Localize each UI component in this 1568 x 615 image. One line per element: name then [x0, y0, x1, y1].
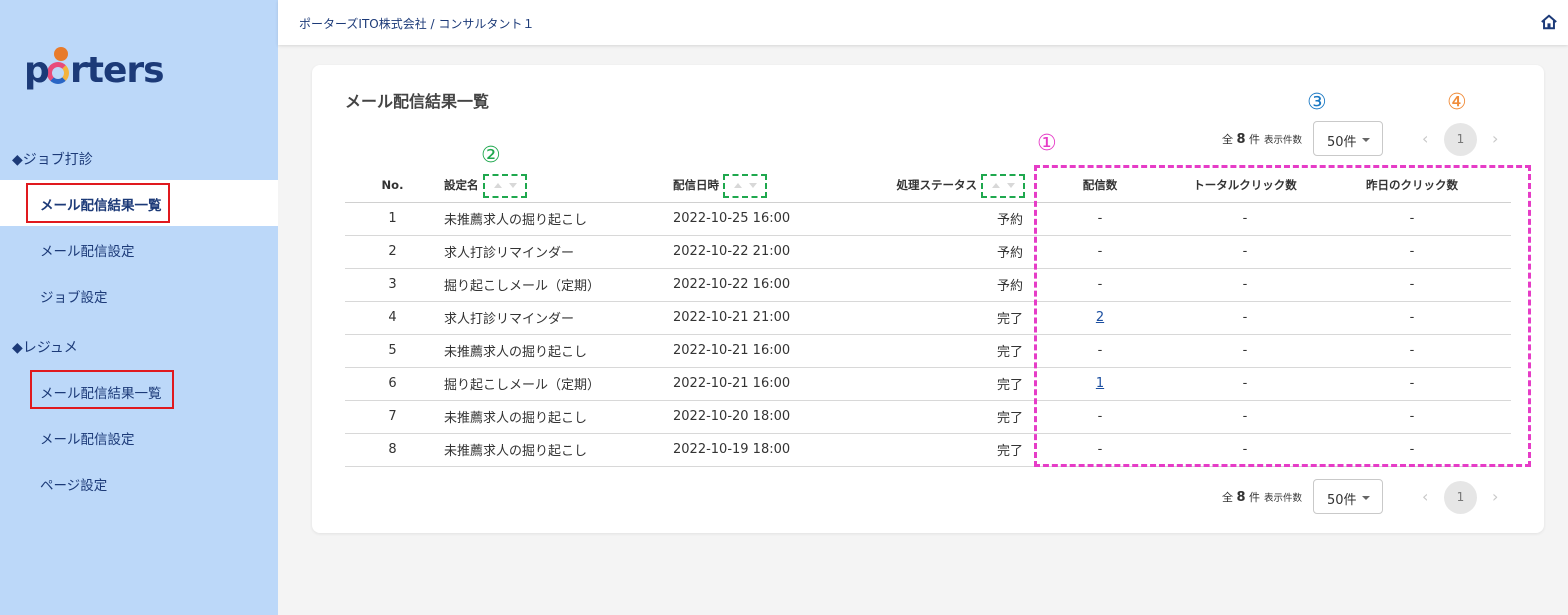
col-status[interactable]: 処理ステータス: [886, 169, 1025, 203]
sort-arrows-icon[interactable]: [482, 173, 527, 198]
col-no: No.: [345, 169, 440, 203]
home-icon[interactable]: [1540, 13, 1558, 31]
breadcrumb: ポーターズITO株式会社 / コンサルタント１: [299, 17, 535, 31]
page-number-button[interactable]: 1: [1444, 481, 1477, 514]
svg-text:rters: rters: [70, 50, 164, 91]
section-heading-resume: ◆レジュメ: [12, 340, 78, 356]
caret-down-icon: [1362, 496, 1370, 500]
annotation-3: ③: [1307, 90, 1327, 115]
pager-bottom: 全 8 件 表示件数 50件 ‹ 1 ›: [1222, 479, 1512, 515]
sidebar: porters p rters ◆ジョブ打診 メール配信結果一覧 メール配信設定…: [0, 0, 278, 615]
sidebar-item-label: ページ設定: [40, 478, 108, 494]
per-page-select[interactable]: 50件: [1313, 479, 1383, 514]
caret-down-icon: [1362, 138, 1370, 142]
annotation-4: ④: [1447, 90, 1467, 115]
highlight-box: [30, 370, 174, 409]
sidebar-item-label: ジョブ設定: [40, 290, 108, 306]
next-page-button[interactable]: ›: [1492, 487, 1498, 506]
page-title: メール配信結果一覧: [345, 92, 490, 111]
svg-text:p: p: [24, 50, 49, 91]
sidebar-item-label: メール配信設定: [40, 432, 135, 448]
next-page-button[interactable]: ›: [1492, 129, 1498, 148]
sort-arrows-icon[interactable]: [981, 173, 1025, 198]
sidebar-item-resume-mail-settings[interactable]: メール配信設定: [0, 414, 278, 460]
highlight-box: [26, 183, 170, 223]
annotation-2: ②: [481, 143, 501, 168]
sidebar-item-page-settings[interactable]: ページ設定: [0, 460, 278, 506]
col-date[interactable]: 配信日時: [673, 169, 886, 203]
sidebar-item-job-settings[interactable]: ジョブ設定: [0, 272, 278, 318]
pager-top: 全 8 件 表示件数 50件 ‹ 1 ›: [1222, 121, 1512, 157]
prev-page-button[interactable]: ‹: [1422, 487, 1428, 506]
section-heading-job: ◆ジョブ打診: [12, 152, 93, 168]
sidebar-item-label: メール配信設定: [40, 244, 135, 260]
per-page-select[interactable]: 50件: [1313, 121, 1383, 156]
top-bar: ポーターズITO株式会社 / コンサルタント１: [278, 0, 1568, 45]
annotation-box-counts: [1034, 165, 1531, 467]
per-page-label: 表示件数: [1264, 135, 1303, 146]
per-page-label: 表示件数: [1264, 493, 1303, 504]
col-name[interactable]: 設定名: [440, 169, 673, 203]
prev-page-button[interactable]: ‹: [1422, 129, 1428, 148]
page-number-button[interactable]: 1: [1444, 123, 1477, 156]
annotation-1: ①: [1037, 131, 1057, 156]
porters-logo: porters p rters: [24, 44, 174, 94]
sort-arrows-icon[interactable]: [723, 173, 767, 198]
total-count: 全 8 件: [1222, 132, 1261, 147]
total-count: 全 8 件: [1222, 490, 1261, 505]
sidebar-item-job-mail-settings[interactable]: メール配信設定: [0, 226, 278, 272]
